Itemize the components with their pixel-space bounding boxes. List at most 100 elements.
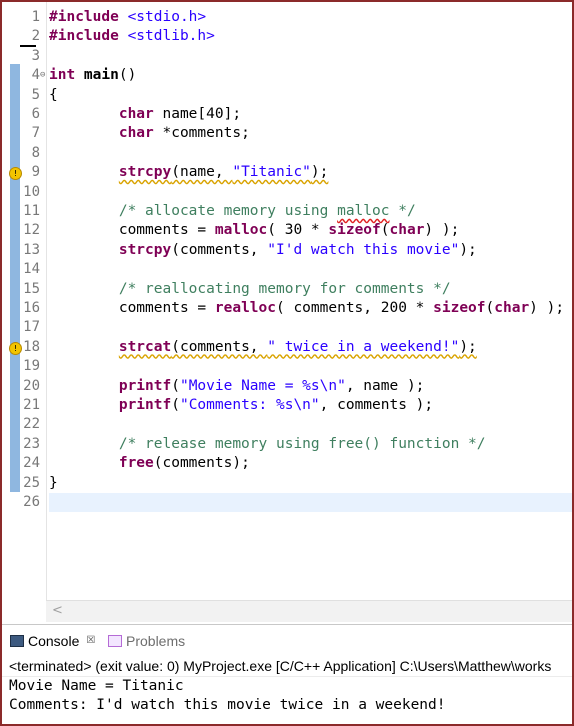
line-number: 16 xyxy=(23,300,40,316)
code-line[interactable]: } xyxy=(49,474,572,493)
code-token: malloc xyxy=(337,203,390,219)
code-token: sizeof xyxy=(328,222,381,239)
code-token: ( 30 * xyxy=(267,222,329,239)
code-token: { xyxy=(49,86,58,103)
code-token: "I'd watch this movie" xyxy=(267,241,460,258)
code-token: } xyxy=(49,474,58,491)
code-token: "Comments: %s\n" xyxy=(179,397,320,413)
code-editor[interactable]: < 1 #include <stdio.h> 2 #include <stdlib.h… xyxy=(2,2,572,622)
output-line: Movie Name = Titanic xyxy=(9,678,184,694)
code-token: printf xyxy=(118,377,172,394)
code-token: ( xyxy=(171,397,180,413)
change-marker-strip xyxy=(10,64,20,492)
code-line[interactable] xyxy=(49,183,572,202)
code-line[interactable]: /* allocate memory using malloc */ xyxy=(49,202,572,221)
code-line[interactable]: #include <stdio.h> xyxy=(49,8,572,27)
console-output[interactable]: Movie Name = Titanic Comments: I'd watch… xyxy=(2,677,572,724)
code-line[interactable] xyxy=(49,357,572,376)
code-line[interactable]: int main() xyxy=(49,66,572,85)
code-line[interactable] xyxy=(49,144,572,163)
line-number: 8 xyxy=(31,144,40,161)
code-token: <stdlib.h> xyxy=(127,28,215,45)
line-number: 23 xyxy=(23,435,40,452)
code-line[interactable]: free(comments); xyxy=(49,454,572,473)
code-line[interactable]: comments = realloc( comments, 200 * size… xyxy=(49,299,572,318)
code-token: ( comments, 200 * xyxy=(275,300,434,316)
code-line[interactable] xyxy=(49,47,572,66)
line-number: 24 xyxy=(23,455,40,472)
line-number: 19 xyxy=(23,358,40,375)
overview-ruler xyxy=(2,2,20,600)
code-token: free xyxy=(118,455,154,472)
ide-window: < 1 #include <stdio.h> 2 #include <stdlib.h… xyxy=(0,0,574,726)
code-token: */ xyxy=(389,203,416,219)
line-number: 18 xyxy=(23,338,40,355)
code-token: char xyxy=(118,106,154,122)
console-tab-bar: Console ☒ Problems xyxy=(2,624,572,655)
line-number: 15 xyxy=(23,280,40,297)
code-token: ); xyxy=(459,241,477,258)
code-token: (comments, xyxy=(171,338,268,355)
tab-console[interactable]: Console ☒ xyxy=(10,631,95,651)
code-token: /* release memory using free() function … xyxy=(118,435,486,452)
horizontal-scrollbar[interactable]: < xyxy=(46,600,572,622)
code-line[interactable] xyxy=(49,260,572,279)
code-token: int xyxy=(49,67,84,84)
code-token: char xyxy=(118,125,154,142)
code-token: #include xyxy=(49,9,128,25)
code-line[interactable]: strcat(comments, " twice in a weekend!")… xyxy=(49,338,572,357)
code-token: *comments; xyxy=(153,125,250,142)
code-line[interactable]: /* release memory using free() function … xyxy=(49,435,572,454)
code-line[interactable]: comments = malloc( 30 * sizeof(char) ); xyxy=(49,221,572,240)
code-token: char xyxy=(494,300,530,316)
code-line[interactable]: printf("Movie Name = %s\n", name ); xyxy=(49,377,572,396)
line-number: 26 xyxy=(23,494,40,510)
line-number: 6 xyxy=(31,106,40,122)
code-line[interactable]: #include <stdlib.h> xyxy=(49,27,572,46)
scroll-left-icon[interactable]: < xyxy=(52,603,63,618)
code-token: "Titanic" xyxy=(232,164,311,181)
code-token: () xyxy=(118,67,137,84)
line-number: 22 xyxy=(23,416,40,433)
code-line[interactable]: char *comments; xyxy=(49,124,572,143)
line-number: 11 xyxy=(23,203,40,219)
code-token: ); xyxy=(459,338,477,355)
code-token: /* reallocating memory for comments */ xyxy=(118,280,451,297)
code-token: (comments); xyxy=(153,455,250,472)
code-token: sizeof xyxy=(433,300,486,316)
code-line[interactable] xyxy=(49,415,572,434)
code-line[interactable]: strcpy(comments, "I'd watch this movie")… xyxy=(49,241,572,260)
code-line[interactable]: /* reallocating memory for comments */ xyxy=(49,280,572,299)
code-line[interactable]: char name[40]; xyxy=(49,105,572,124)
line-number: 7 xyxy=(31,125,40,142)
code-line[interactable]: { xyxy=(49,86,572,105)
code-line[interactable] xyxy=(49,493,572,513)
tab-console-label: Console xyxy=(28,633,80,649)
close-icon[interactable]: ☒ xyxy=(86,631,95,651)
code-token: (name, xyxy=(171,164,233,181)
code-token: strcpy xyxy=(118,164,172,181)
warning-icon[interactable]: ! xyxy=(9,341,22,355)
line-number: 25 xyxy=(23,474,40,491)
code-line[interactable] xyxy=(49,318,572,337)
code-token: ( xyxy=(171,377,180,394)
code-token: ); xyxy=(310,164,329,181)
code-token: "Movie Name = %s\n" xyxy=(179,377,346,394)
line-number: 12 xyxy=(23,222,40,239)
code-line[interactable]: printf("Comments: %s\n", comments ); xyxy=(49,396,572,415)
code-token: strcpy xyxy=(118,241,172,258)
line-number: 10 xyxy=(23,183,40,200)
code-line[interactable]: strcpy(name, "Titanic"); xyxy=(49,163,572,182)
fold-toggle-icon[interactable]: ⊖ xyxy=(40,66,45,85)
code-token: ) ); xyxy=(424,222,460,239)
line-number: 20 xyxy=(23,377,40,394)
hscroll-spacer xyxy=(2,600,46,622)
tab-problems[interactable]: Problems xyxy=(108,631,185,651)
tab-problems-label: Problems xyxy=(126,633,186,649)
code-token: printf xyxy=(118,397,172,413)
